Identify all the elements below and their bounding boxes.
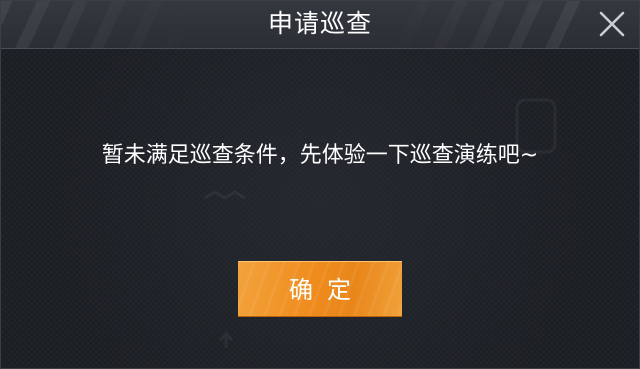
close-button[interactable] bbox=[596, 8, 628, 40]
apply-patrol-dialog: 申请巡查 暂未满足巡查条件，先体验一下巡查演练吧~ 确定 bbox=[0, 0, 640, 369]
title-bar: 申请巡查 bbox=[0, 0, 640, 49]
background-decoration bbox=[204, 98, 557, 348]
dialog-title: 申请巡查 bbox=[267, 9, 372, 38]
confirm-button-label: 确定 bbox=[289, 276, 365, 304]
dialog-message: 暂未满足巡查条件，先体验一下巡查演练吧~ bbox=[101, 143, 539, 168]
close-icon bbox=[599, 11, 625, 37]
confirm-button[interactable]: 确定 bbox=[238, 261, 402, 317]
